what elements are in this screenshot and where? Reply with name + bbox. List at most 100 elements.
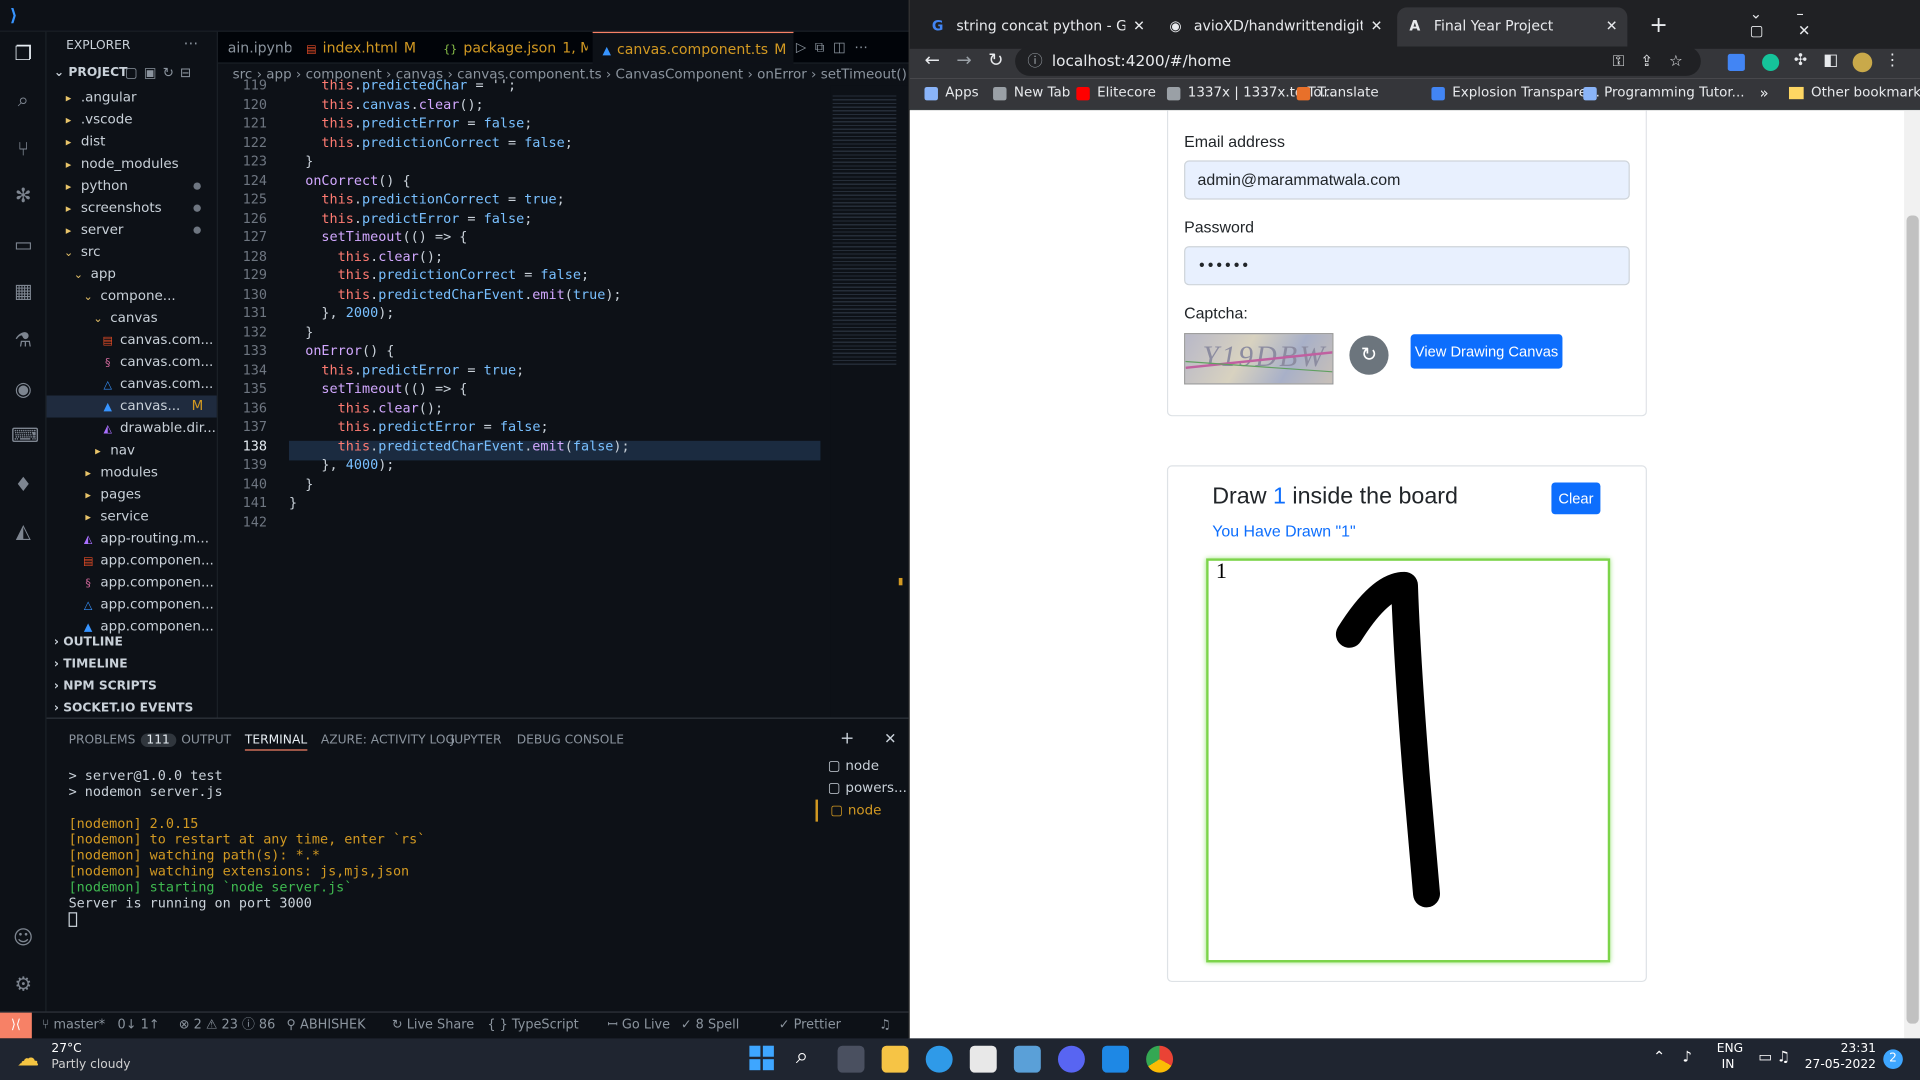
input-language[interactable]: ENG — [1717, 1042, 1743, 1055]
site-info-icon[interactable]: ⓘ — [1027, 47, 1042, 76]
password-input[interactable]: •••••• — [1184, 246, 1630, 286]
file-tree-item[interactable]: ◭ drawable.dir... — [47, 418, 217, 440]
bookmark-item[interactable]: Translate — [1296, 78, 1379, 107]
code-line[interactable]: this.predictError = false; — [289, 209, 532, 228]
code-line[interactable]: } — [289, 323, 313, 342]
close-tab-icon[interactable]: ✕ — [1606, 7, 1618, 44]
code-line[interactable]: onCorrect() { — [289, 171, 410, 190]
notification-badge[interactable]: 2 — [1883, 1049, 1903, 1069]
chrome-menu-icon[interactable]: ⋮ — [1884, 51, 1900, 69]
store-icon[interactable] — [969, 1045, 997, 1073]
file-tree-item[interactable]: ▸ .vscode — [47, 109, 217, 131]
panel-tab[interactable]: OUTPUT — [181, 731, 231, 751]
code-line[interactable]: this.predictionCorrect = false; — [289, 133, 572, 152]
page-scrollbar[interactable] — [1904, 110, 1920, 1039]
scrollbar-thumb[interactable] — [1906, 215, 1919, 1024]
terminal-instance[interactable]: ▢ node — [816, 756, 909, 778]
extensions-icon[interactable]: ▦ — [11, 279, 35, 303]
new-tab-icon[interactable]: + — [1649, 12, 1667, 38]
code-line[interactable]: }, 2000); — [289, 304, 394, 323]
explorer-section[interactable]: › OUTLINE — [47, 632, 217, 654]
remote-explorer-icon[interactable]: ▭ — [11, 233, 35, 257]
file-tree-item[interactable]: ▸ node_modules — [47, 153, 217, 175]
file-tree-item[interactable]: ⌄ compone... — [47, 285, 217, 307]
panel-tab[interactable]: PROBLEMS 111 — [69, 731, 176, 751]
bookmark-item[interactable]: Apps — [924, 78, 979, 107]
search-icon[interactable]: ⌕ — [11, 88, 35, 112]
explorer-section[interactable]: › SOCKET.IO EVENTS — [47, 698, 217, 718]
vscode-taskbar-icon[interactable] — [1102, 1045, 1129, 1073]
omnibox-action-icons[interactable]: ⚿⇪☆ — [1613, 47, 1699, 76]
file-tree-item[interactable]: ▤ app.componen... — [47, 550, 217, 572]
browser-tab[interactable]: A Final Year Project ✕ — [1397, 7, 1628, 49]
input-region[interactable]: IN — [1722, 1058, 1735, 1071]
code-line[interactable]: this.predictedCharEvent.emit(false); — [289, 437, 630, 456]
microphone-icon[interactable]: ♪ — [1682, 1048, 1691, 1065]
browser-tab[interactable]: Gstring concat python - Google Se ✕ — [920, 10, 1155, 42]
email-input[interactable]: admin@marammatwala.com — [1184, 160, 1630, 200]
git-branch[interactable]: ⑂ master* — [42, 1013, 106, 1039]
panel-tab[interactable]: JUPYTER — [451, 731, 502, 751]
file-tree-item[interactable]: △ canvas.com... — [47, 373, 217, 395]
file-tree-item[interactable]: ⌄ src — [47, 241, 217, 263]
chrome-taskbar-icon[interactable] — [1146, 1045, 1174, 1073]
panel-tab[interactable]: DEBUG CONSOLE — [517, 731, 624, 751]
file-tree-item[interactable]: § app.componen... — [47, 572, 217, 594]
editor-tab[interactable]: ▤ index.html M — [296, 32, 428, 64]
terminal-output[interactable]: > server@1.0.0 test > nodemon server.js [n… — [47, 768, 806, 988]
explorer-section[interactable]: › TIMELINE — [47, 654, 217, 676]
code-line[interactable]: this.predictionCorrect = true; — [289, 190, 564, 209]
source-control-icon[interactable]: ⑂ — [11, 137, 35, 161]
settings-gear-icon[interactable]: ⚙ — [11, 972, 35, 996]
other-bookmarks[interactable]: Other bookmarks — [1788, 78, 1920, 107]
reload-icon[interactable]: ↻ — [988, 49, 1003, 71]
account-icon[interactable]: ☺ — [11, 926, 35, 950]
forward-icon[interactable]: → — [956, 49, 971, 71]
weather-icon[interactable]: ☁ — [17, 1046, 39, 1072]
photos-icon[interactable] — [1013, 1045, 1041, 1073]
more-actions-icon[interactable]: ⋯ — [184, 34, 199, 51]
start-button[interactable] — [749, 1045, 774, 1071]
clock-time[interactable]: 23:31 — [1839, 1042, 1876, 1055]
terminal-icon[interactable]: ⌨ — [11, 424, 39, 448]
network-volume-icons[interactable]: ▭ ♫ — [1758, 1048, 1790, 1065]
account-status[interactable]: ⚲ ABHISHEK — [287, 1013, 366, 1039]
explorer-toolbar-icons[interactable]: ▢▣↻⊟ — [125, 65, 198, 81]
file-tree-item[interactable]: ▸ nav — [47, 440, 217, 462]
azure-icon[interactable]: ◭ — [11, 519, 35, 543]
clock-date[interactable]: 27-05-2022 — [1802, 1058, 1876, 1071]
code-line[interactable]: } — [289, 474, 313, 493]
temperature[interactable]: 27°C — [51, 1042, 81, 1055]
mongodb-icon[interactable]: ♦ — [11, 473, 35, 497]
go-live-status[interactable]: ꟷ Go Live — [607, 1013, 670, 1039]
edge-icon[interactable] — [925, 1045, 953, 1073]
file-tree-item[interactable]: ▸ screenshots — [47, 197, 217, 219]
language-mode[interactable]: { } TypeScript — [487, 1013, 578, 1039]
code-line[interactable]: this.clear(); — [289, 399, 443, 418]
discord-icon[interactable] — [1057, 1045, 1085, 1073]
grammarly-extension-icon[interactable] — [1762, 53, 1780, 72]
prettier-status[interactable]: ✓ Prettier — [779, 1013, 841, 1039]
remote-indicator-icon[interactable]: ⟩⟨ — [0, 1012, 32, 1039]
editor-tab[interactable]: ▲canvas.component.tsM✕ — [592, 31, 794, 64]
problems-status[interactable]: ⊗ 2 ⚠ 23 ⓘ 86 — [179, 1013, 276, 1039]
bookmark-item[interactable]: New Tab — [993, 78, 1070, 107]
code-line[interactable]: setTimeout(() => { — [289, 380, 467, 399]
git-sync[interactable]: 0↓ 1↑ — [118, 1013, 160, 1039]
close-tab-icon[interactable]: ✕ — [1133, 10, 1145, 42]
code-line[interactable]: this.predictError = false; — [289, 114, 532, 133]
taskbar-search-icon[interactable]: ⌕ — [796, 1043, 808, 1069]
panel-tab[interactable]: AZURE: ACTIVITY LOG — [321, 731, 455, 751]
file-tree-item[interactable]: ▸ .angular — [47, 87, 217, 109]
file-tree-item[interactable]: ▸ dist — [47, 131, 217, 153]
bookmark-item[interactable]: Elitecore — [1076, 78, 1156, 107]
code-line[interactable]: this.predictedCharEvent.emit(true); — [289, 285, 622, 304]
bookmarks-overflow-icon[interactable]: » — [1760, 78, 1769, 107]
terminal-instance[interactable]: ▢ powers... — [816, 778, 909, 800]
file-tree-item[interactable]: ⌄ canvas — [47, 307, 217, 329]
editor-tab[interactable]: ain.ipynb — [218, 32, 292, 64]
browser-tab[interactable]: ◉ avioXD/handwrittendigitrecognit ✕ — [1157, 10, 1392, 42]
code-line[interactable]: }, 4000); — [289, 456, 394, 475]
file-explorer-icon[interactable] — [881, 1045, 909, 1073]
file-tree-item[interactable]: ▸ pages — [47, 484, 217, 506]
